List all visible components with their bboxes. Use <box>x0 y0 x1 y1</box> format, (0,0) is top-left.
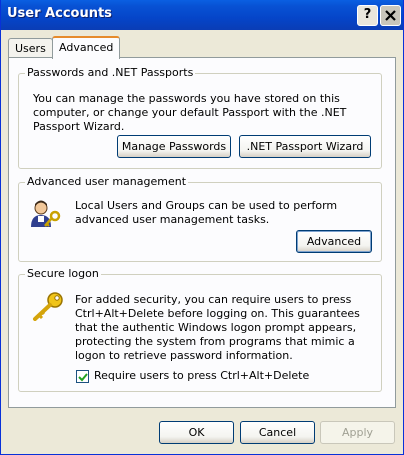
close-icon <box>385 10 396 21</box>
net-passport-wizard-button[interactable]: .NET Passport Wizard <box>239 135 371 158</box>
advanced-user-management-group: Advanced user management Local Users and… <box>18 175 382 262</box>
close-button[interactable] <box>380 5 401 26</box>
passwords-description: You can manage the passwords you have st… <box>33 92 347 133</box>
manage-passwords-button[interactable]: Manage Passwords <box>117 135 231 158</box>
checkmark-icon <box>78 373 88 382</box>
window-title: User Accounts <box>7 6 112 21</box>
apply-button[interactable]: Apply <box>320 421 395 444</box>
secure-logon-description: For added security, you can require user… <box>75 293 360 362</box>
secure-logon-group: Secure logon For added security, you can… <box>18 267 382 392</box>
key-icon <box>31 291 65 324</box>
ok-button[interactable]: OK <box>159 421 234 444</box>
advanced-button[interactable]: Advanced <box>296 230 372 253</box>
advanced-description: Local Users and Groups can be used to pe… <box>75 199 338 226</box>
require-ctrl-alt-delete-checkbox[interactable] <box>76 370 89 383</box>
passwords-group-title: Passwords and .NET Passports <box>25 66 196 79</box>
cancel-button[interactable]: Cancel <box>240 421 315 444</box>
help-button[interactable]: ? <box>357 5 378 26</box>
users-key-icon <box>29 199 65 232</box>
passwords-group: Passwords and .NET Passports You can man… <box>18 66 382 169</box>
advanced-group-title: Advanced user management <box>25 175 189 188</box>
tab-users[interactable]: Users <box>8 38 53 58</box>
require-ctrl-alt-delete-label[interactable]: Require users to press Ctrl+Alt+Delete <box>94 369 309 383</box>
title-bar: User Accounts ? <box>1 0 403 30</box>
tab-advanced[interactable]: Advanced <box>52 36 121 59</box>
user-accounts-dialog: User Accounts ? Users Advanced Passwords… <box>0 0 404 455</box>
secure-logon-title: Secure logon <box>25 267 101 280</box>
